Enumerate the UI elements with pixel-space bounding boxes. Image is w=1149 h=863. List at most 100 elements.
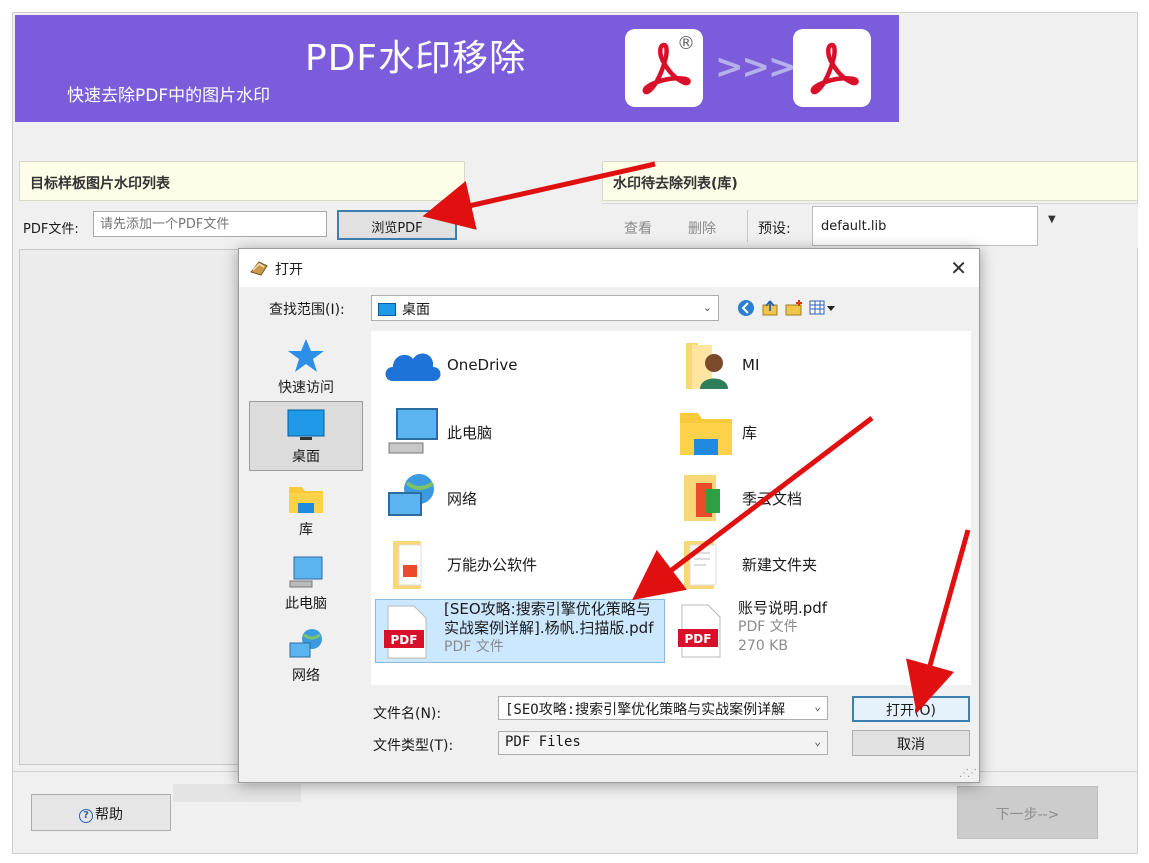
lookin-label: 查找范围(I): [269,302,345,318]
preset-dropdown-arrow-icon[interactable]: ▼ [1048,214,1056,225]
registered-mark: ® [677,33,695,54]
place-network[interactable]: 网络 [249,621,363,691]
header-banner: PDF水印移除 快速去除PDF中的图片水印 ® >>> [15,15,899,122]
template-list-heading: 目标样板图片水印列表 [19,161,465,201]
list-item[interactable]: 网络 [375,467,665,529]
next-step-button[interactable]: 下一步--> [957,786,1098,839]
pdf-file-icon: PDF [678,604,721,658]
place-library[interactable]: 库 [249,475,363,545]
folder-icon [684,541,717,589]
list-item[interactable]: PDF 账号说明.pdf PDF 文件 270 KB [670,599,960,663]
filetype-value: PDF Files [505,734,581,750]
list-item[interactable]: 万能办公软件 [375,533,665,595]
file-name: MI [742,356,760,374]
view-menu-icon[interactable] [809,299,837,317]
list-item[interactable]: 此电脑 [375,401,665,463]
desktop-icon [287,409,325,440]
file-name: 新建文件夹 [742,556,818,574]
place-quick-access[interactable]: 快速访问 [249,331,363,401]
open-button[interactable]: 打开(O) [852,696,970,722]
list-item[interactable]: 季云文档 [670,467,960,529]
dialog-titlebar: 打开 ✕ [239,249,979,287]
dialog-title: 打开 [275,262,303,278]
list-item[interactable]: 新建文件夹 [670,533,960,595]
svg-text:PDF: PDF [685,632,712,646]
computer-icon [388,408,438,454]
library-icon [289,487,323,513]
removal-list-toolbar: 查看 删除 预设: default.lib ▼ [602,203,1138,248]
file-name: 此电脑 [447,424,493,442]
file-name: 季云文档 [742,490,803,508]
pdf-watermarked-icon: ® [625,29,703,107]
list-item-selected[interactable]: PDF [SEO攻略:搜索引擎优化策略与 实战案例详解].杨帆.扫描版.pdf … [375,599,665,663]
help-label: 帮助 [95,807,123,823]
cancel-button[interactable]: 取消 [852,730,970,756]
file-text-block: 账号说明.pdf PDF 文件 270 KB [738,599,827,656]
folder-icon [393,541,422,589]
star-icon [288,339,324,372]
browse-pdf-button[interactable]: 浏览PDF [337,210,457,240]
banner-subtitle: 快速去除PDF中的图片水印 [67,86,271,106]
help-icon: ? [79,809,93,823]
toolbar-divider [747,210,748,242]
banner-title: PDF水印移除 [305,38,527,79]
open-file-dialog: 打开 ✕ 查找范围(I): 桌面 ⌄ 快速访问 桌面 库 此电脑 网络 OneD… [238,248,980,783]
file-type: PDF 文件 [738,619,798,635]
view-button[interactable]: 查看 [624,218,652,238]
network-icon [388,474,435,516]
dialog-app-icon [250,261,268,276]
file-name-line2: 实战案例详解].杨帆.扫描版.pdf [444,619,654,637]
removal-list-heading: 水印待去除列表(库) [602,161,1138,201]
chevron-down-icon: ⌄ [702,301,712,314]
filename-label: 文件名(N): [373,706,442,722]
lookin-combo[interactable]: 桌面 ⌄ [371,295,719,321]
cloud-icon [385,353,441,381]
bottom-bar: ? 帮助 下一步--> [13,771,1137,853]
user-folder-icon [686,343,728,389]
filetype-label: 文件类型(T): [373,738,454,754]
list-item[interactable]: 库 [670,401,960,463]
pdf-file-icon: PDF [384,605,427,659]
folder-icon [684,475,720,521]
place-label: 网络 [292,668,320,684]
chevron-down-icon[interactable]: ⌄ [814,735,821,748]
arrows-icon: >>> [715,47,796,87]
filename-value: [SEO攻略:搜索引擎优化策略与实战案例详解 [505,702,786,718]
desktop-icon [378,303,396,316]
close-icon[interactable]: ✕ [950,256,967,280]
chevron-down-icon[interactable]: ⌄ [814,700,821,713]
filename-combo[interactable]: [SEO攻略:搜索引擎优化策略与实战案例详解 ⌄ [498,696,828,720]
delete-button[interactable]: 删除 [688,218,716,238]
place-label: 快速访问 [278,380,334,396]
new-folder-icon[interactable] [785,299,803,317]
place-this-pc[interactable]: 此电脑 [249,549,363,619]
svg-text:PDF: PDF [391,633,418,647]
back-icon[interactable] [737,299,755,317]
place-desktop[interactable]: 桌面 [249,401,363,471]
list-item[interactable]: OneDrive [375,335,665,397]
computer-icon [289,556,323,588]
file-name-line1: [SEO攻略:搜索引擎优化策略与 [444,600,651,618]
pdf-file-label: PDF文件: [23,222,79,237]
file-name: OneDrive [447,356,518,374]
file-name: 万能办公软件 [447,556,538,574]
place-label: 此电脑 [285,596,327,612]
place-label: 桌面 [292,449,320,465]
resize-grip-icon[interactable]: ⋰⋰ [959,768,977,779]
file-name: 库 [742,424,758,442]
file-type: PDF 文件 [444,639,504,655]
network-icon [289,629,322,658]
help-button[interactable]: ? 帮助 [31,794,171,831]
lookin-value: 桌面 [402,302,430,318]
pdf-file-input[interactable] [93,211,327,237]
up-folder-icon[interactable] [761,299,779,317]
preset-select[interactable]: default.lib [812,206,1038,246]
preset-label: 预设: [758,221,791,237]
place-label: 库 [299,522,313,538]
list-item[interactable]: MI [670,335,960,397]
file-list: OneDrive MI 此电脑 库 网络 季云文档 万能办公软件 新建文件夹 P… [371,331,971,685]
status-strip [173,784,301,802]
library-icon [680,413,732,455]
filetype-combo[interactable]: PDF Files ⌄ [498,731,828,755]
file-size: 270 KB [738,638,788,654]
